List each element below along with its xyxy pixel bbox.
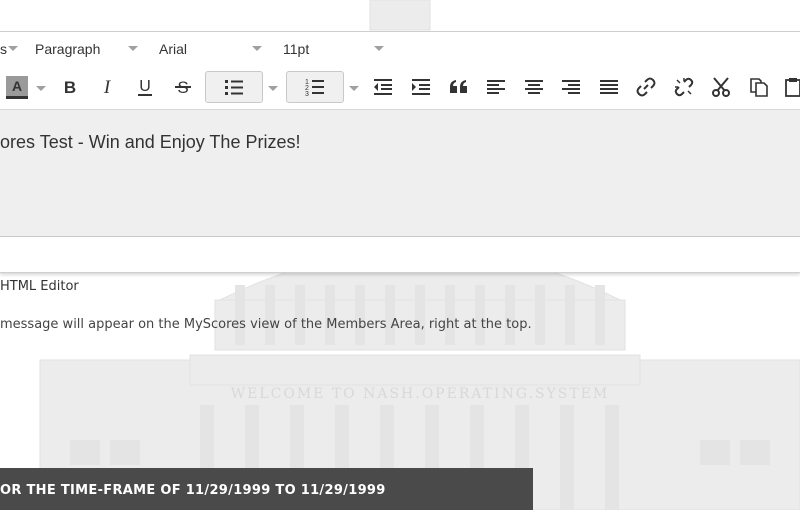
cut-icon [712,77,730,97]
paste-icon [785,78,800,97]
underline-icon: U [138,78,152,96]
paste-button[interactable] [780,71,800,103]
font-size-dropdown[interactable]: 11pt [283,41,386,57]
block-format-value: Paragraph [35,41,101,57]
justify-icon [600,80,618,94]
unlink-icon [674,77,694,97]
font-size-value: 11pt [283,41,310,57]
editor-status-label: HTML Editor [0,279,79,294]
copy-button[interactable] [744,71,774,103]
font-family-dropdown[interactable]: Arial [159,41,262,57]
strikethrough-button[interactable]: S [168,71,198,103]
outdent-button[interactable] [368,71,398,103]
underline-button[interactable]: U [130,71,160,103]
chevron-down-icon [374,46,384,51]
align-right-icon [562,80,580,94]
indent-icon [412,79,430,95]
watermark-text: WELCOME TO NASH.OPERATING.SYSTEM [231,386,610,402]
bold-icon: B [64,78,76,97]
align-center-icon [525,80,543,94]
chevron-down-icon [8,46,18,51]
unlink-button[interactable] [669,71,699,103]
svg-text:B: B [64,78,76,97]
font-family-value: Arial [159,41,188,57]
svg-text:I: I [103,77,112,97]
align-right-button[interactable] [556,71,586,103]
timeframe-banner: OR THE TIME-FRAME OF 11/29/1999 TO 11/29… [0,468,533,510]
svg-text:A: A [12,78,22,94]
align-left-icon [487,80,505,94]
helper-text: message will appear on the MyScores view… [0,317,532,332]
chevron-down-icon [128,46,138,51]
chevron-down-icon[interactable] [36,86,46,91]
svg-text:3: 3 [305,91,309,97]
cut-button[interactable] [706,71,736,103]
timeframe-banner-text: OR THE TIME-FRAME OF 11/29/1999 TO 11/29… [0,483,386,498]
toolbar-row-format: s Paragraph Arial 11pt [0,32,800,68]
chevron-down-icon[interactable] [349,86,359,91]
outdent-icon [374,79,392,95]
blockquote-button[interactable] [444,71,474,103]
html-editor: s Paragraph Arial 11pt A B I U 1 2 3 ore… [0,31,800,273]
block-format-dropdown[interactable]: Paragraph [35,41,138,57]
align-left-button[interactable] [481,71,511,103]
toolbar-row-buttons: A B I U S 1 2 3 [0,68,800,106]
italic-icon: I [103,77,112,97]
numbered-list-icon: 1 2 3 [305,79,324,97]
italic-button[interactable]: I [92,71,122,103]
bold-button[interactable]: B [55,71,85,103]
align-center-button[interactable] [519,71,549,103]
strikethrough-icon: S [175,78,191,97]
copy-icon [750,78,768,97]
chevron-down-icon[interactable] [268,86,278,91]
justify-button[interactable] [594,71,624,103]
svg-text:U: U [139,78,151,95]
link-button[interactable] [631,71,661,103]
bullet-list-button[interactable] [205,71,263,103]
editor-content-area[interactable]: ores Test - Win and Enjoy The Prizes! [0,109,800,237]
chevron-down-icon [252,46,262,51]
font-color-button[interactable]: A [0,71,32,103]
link-icon [636,77,656,97]
formats-label: s [0,41,7,57]
editor-content-text: ores Test - Win and Enjoy The Prizes! [0,132,301,152]
bullet-list-icon [225,80,243,95]
indent-button[interactable] [406,71,436,103]
numbered-list-button[interactable]: 1 2 3 [286,71,344,103]
blockquote-icon [450,80,467,93]
font-color-icon: A [6,76,28,99]
formats-dropdown[interactable]: s [0,41,18,57]
